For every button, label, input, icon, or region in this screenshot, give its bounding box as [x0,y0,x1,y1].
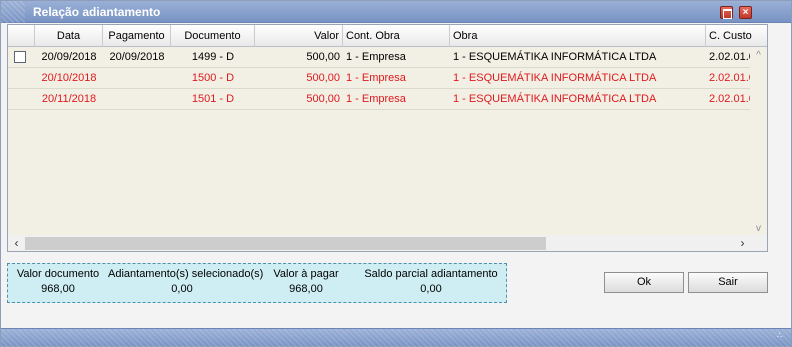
valor-documento-label: Valor documento [16,268,100,280]
saldo-parcial-value: 0,00 [420,283,442,295]
window-title: Relação adiantamento [33,5,161,19]
cell-cont-obra: 1 - Empresa [346,51,406,63]
cell-obra: 1 - ESQUEMÁTIKA INFORMÁTICA LTDA [453,51,657,63]
cell-pagamento [103,89,171,110]
summary-valor-documento: Valor documento 968,00 [14,268,102,295]
header-documento[interactable]: Documento [171,25,255,47]
cell-documento: 1499 - D [191,51,235,63]
header-pagamento[interactable]: Pagamento [103,25,171,47]
table-row[interactable]: 20/09/2018 20/09/2018 1499 - D 500,00 1 … [8,47,750,68]
cell-c-custo: 2.02.01.0 [709,93,750,105]
status-stripe [1,329,791,347]
title-stripe [1,1,25,23]
header-c-custo[interactable]: C. Custo [706,25,767,47]
header-cont-obra[interactable]: Cont. Obra [343,25,450,47]
chevron-down-icon[interactable]: v [753,223,764,234]
cell-valor: 500,00 [306,72,340,84]
adiantamentos-value: 0,00 [171,283,193,295]
close-icon[interactable]: × [739,6,752,19]
status-bar: ∴ [1,328,791,347]
cell-valor: 500,00 [306,93,340,105]
table-row[interactable]: 20/11/2018 1501 - D 500,00 1 - Empresa 1… [8,89,750,110]
chevron-up-icon[interactable]: ^ [753,50,764,61]
cell-data: 20/09/2018 [41,51,97,63]
resize-grip-icon[interactable]: ∴ [777,332,787,343]
maximize-icon[interactable] [720,6,733,19]
cell-documento: 1501 - D [191,93,235,105]
cell-c-custo: 2.02.01.0 [709,72,750,84]
cell-data: 20/11/2018 [41,93,97,105]
summary-valor-pagar: Valor à pagar 968,00 [270,268,342,295]
cell-cont-obra: 1 - Empresa [346,93,406,105]
sair-button[interactable]: Sair [688,272,768,293]
header-obra[interactable]: Obra [450,25,706,47]
horizontal-scrollbar[interactable]: ‹ › [8,235,751,251]
saldo-parcial-label: Saldo parcial adiantamento [364,268,498,280]
summary-adiantamentos: Adiantamento(s) selecionado(s) 0,00 [108,268,264,295]
chevron-right-icon[interactable]: › [734,235,751,251]
cell-pagamento: 20/09/2018 [109,51,165,63]
row-checkbox[interactable] [14,51,26,63]
summary-panel: Valor documento 968,00 Adiantamento(s) s… [7,263,507,303]
valor-pagar-value: 968,00 [289,283,323,295]
title-bar[interactable]: Relação adiantamento × [1,1,791,23]
cell-pagamento [103,68,171,89]
horizontal-scroll-thumb[interactable] [25,237,546,250]
adiantamento-table: Data Pagamento Documento Valor Cont. Obr… [7,24,768,252]
scroll-corner [750,235,767,251]
cell-valor: 500,00 [306,51,340,63]
adiantamento-window: Relação adiantamento × Data Pagamento Do… [0,0,792,347]
cell-obra: 1 - ESQUEMÁTIKA INFORMÁTICA LTDA [453,93,657,105]
header-select [8,25,35,47]
cell-obra: 1 - ESQUEMÁTIKA INFORMÁTICA LTDA [453,72,657,84]
header-data[interactable]: Data [35,25,103,47]
cell-data: 20/10/2018 [41,72,97,84]
table-header: Data Pagamento Documento Valor Cont. Obr… [8,25,767,47]
ok-button[interactable]: Ok [604,272,684,293]
header-valor[interactable]: Valor [255,25,343,47]
summary-saldo-parcial: Saldo parcial adiantamento 0,00 [364,268,498,295]
valor-pagar-label: Valor à pagar [273,268,339,280]
vertical-scrollbar[interactable]: ^ v [750,47,767,239]
valor-documento-value: 968,00 [41,283,75,295]
table-row[interactable]: 20/10/2018 1500 - D 500,00 1 - Empresa 1… [8,68,750,89]
adiantamentos-label: Adiantamento(s) selecionado(s) [108,268,264,280]
cell-cont-obra: 1 - Empresa [346,72,406,84]
cell-c-custo: 2.02.01.0 [709,51,750,63]
cell-documento: 1500 - D [191,72,235,84]
chevron-left-icon[interactable]: ‹ [8,235,25,251]
